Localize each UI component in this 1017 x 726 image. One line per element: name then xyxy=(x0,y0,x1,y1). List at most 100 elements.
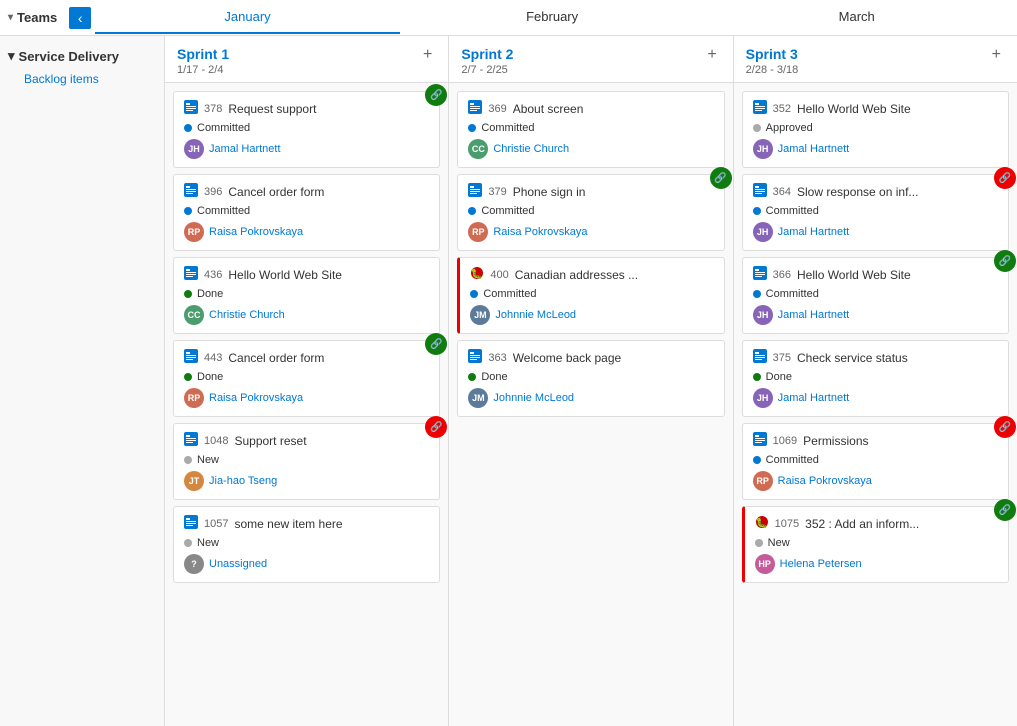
sprint-add-button-sprint3[interactable]: + xyxy=(988,46,1005,64)
sprint-cards-sprint3: 352Hello World Web SiteApprovedJHJamal H… xyxy=(734,83,1017,726)
card-link-badge-379[interactable]: 🔗 xyxy=(710,167,732,189)
card-400[interactable]: 🐛400Canadian addresses ...CommittedJMJoh… xyxy=(457,257,724,334)
card-379[interactable]: 🔗379Phone sign inCommittedRPRaisa Pokrov… xyxy=(457,174,724,251)
content-area: Sprint 11/17 - 2/4+🔗378Request supportCo… xyxy=(165,36,1017,726)
sidebar-item-backlog[interactable]: Backlog items xyxy=(0,68,164,90)
card-header-379: 379Phone sign in xyxy=(468,183,713,200)
card-369[interactable]: 369About screenCommittedCCChristie Churc… xyxy=(457,91,724,168)
story-icon xyxy=(753,432,767,449)
card-status-1048: New xyxy=(184,454,429,466)
story-icon xyxy=(184,183,198,200)
assignee-name-352: Jamal Hartnett xyxy=(778,143,850,155)
card-assignee-1048: JT Jia-hao Tseng xyxy=(184,471,429,491)
card-status-378: Committed xyxy=(184,122,429,134)
sidebar-section-header[interactable]: ▾ Service Delivery xyxy=(0,44,164,68)
card-status-443: Done xyxy=(184,371,429,383)
status-text-378: Committed xyxy=(197,122,250,134)
story-icon xyxy=(753,183,767,200)
sprint-add-button-sprint2[interactable]: + xyxy=(703,46,720,64)
card-header-369: 369About screen xyxy=(468,100,713,117)
sidebar-section-service-delivery: ▾ Service Delivery Backlog items xyxy=(0,44,164,90)
status-text-436: Done xyxy=(197,288,223,300)
card-status-396: Committed xyxy=(184,205,429,217)
card-link-badge-1048[interactable]: 🔗 xyxy=(425,416,447,438)
status-text-375: Done xyxy=(766,371,792,383)
card-title-379: Phone sign in xyxy=(513,185,714,199)
card-378[interactable]: 🔗378Request supportCommittedJHJamal Hart… xyxy=(173,91,440,168)
card-link-badge-1075[interactable]: 🔗 xyxy=(994,499,1016,521)
sprint-title-sprint2[interactable]: Sprint 2 xyxy=(461,46,513,62)
assignee-name-1048: Jia-hao Tseng xyxy=(209,475,277,487)
card-id-1069: 1069 xyxy=(773,435,797,447)
svg-text:🐛: 🐛 xyxy=(471,267,483,280)
card-363[interactable]: 363Welcome back pageDoneJMJohnnie McLeod xyxy=(457,340,724,417)
card-link-badge-378[interactable]: 🔗 xyxy=(425,84,447,106)
card-443[interactable]: 🔗443Cancel order formDoneRPRaisa Pokrovs… xyxy=(173,340,440,417)
card-status-352: Approved xyxy=(753,122,998,134)
card-header-363: 363Welcome back page xyxy=(468,349,713,366)
card-366[interactable]: 🔗366Hello World Web SiteCommittedJHJamal… xyxy=(742,257,1009,334)
card-link-badge-443[interactable]: 🔗 xyxy=(425,333,447,355)
card-header-443: 443 Cancel order form xyxy=(184,349,429,366)
sprint-header-sprint3: Sprint 32/28 - 3/18+ xyxy=(734,36,1017,83)
card-status-436: Done xyxy=(184,288,429,300)
card-396[interactable]: 396Cancel order formCommittedRPRaisa Pok… xyxy=(173,174,440,251)
avatar-396: RP xyxy=(184,222,204,242)
card-title-1048: Support reset xyxy=(234,434,429,448)
status-dot-364 xyxy=(753,207,761,215)
card-title-1069: Permissions xyxy=(803,434,998,448)
card-364[interactable]: 🔗364Slow response on inf...CommittedJHJa… xyxy=(742,174,1009,251)
top-bar: ▾ Teams ‹ January February March xyxy=(0,0,1017,36)
story-icon xyxy=(753,266,767,283)
card-title-443: Cancel order form xyxy=(228,351,429,365)
card-436[interactable]: 436Hello World Web SiteDoneCCChristie Ch… xyxy=(173,257,440,334)
card-id-443: 443 xyxy=(204,352,222,364)
tab-january[interactable]: January xyxy=(95,1,400,34)
teams-label: Teams xyxy=(17,10,57,25)
card-1048[interactable]: 🔗1048Support resetNewJTJia-hao Tseng xyxy=(173,423,440,500)
nav-back-button[interactable]: ‹ xyxy=(69,7,91,29)
story-icon xyxy=(184,266,198,283)
status-dot-436 xyxy=(184,290,192,298)
avatar-369: CC xyxy=(468,139,488,159)
status-dot-443 xyxy=(184,373,192,381)
teams-expand[interactable]: ▾ Teams xyxy=(8,10,57,25)
assignee-name-378: Jamal Hartnett xyxy=(209,143,281,155)
status-text-366: Committed xyxy=(766,288,819,300)
tab-march[interactable]: March xyxy=(704,1,1009,34)
card-assignee-364: JHJamal Hartnett xyxy=(753,222,998,242)
sprint-header-sprint2: Sprint 22/7 - 2/25+ xyxy=(449,36,732,83)
card-title-378: Request support xyxy=(228,102,429,116)
card-1075[interactable]: 🔗🐛1075352 : Add an inform...NewHPHelena … xyxy=(742,506,1009,583)
card-1069[interactable]: 🔗1069PermissionsCommittedRPRaisa Pokrovs… xyxy=(742,423,1009,500)
sidebar-section-label: Service Delivery xyxy=(19,49,119,64)
card-link-badge-364[interactable]: 🔗 xyxy=(994,167,1016,189)
sprint-add-button-sprint1[interactable]: + xyxy=(419,46,436,64)
assignee-name-1075: Helena Petersen xyxy=(780,558,862,570)
tab-february[interactable]: February xyxy=(400,1,705,34)
story-icon xyxy=(753,100,767,117)
card-352[interactable]: 352Hello World Web SiteApprovedJHJamal H… xyxy=(742,91,1009,168)
avatar-379: RP xyxy=(468,222,488,242)
card-assignee-1069: RPRaisa Pokrovskaya xyxy=(753,471,998,491)
card-link-badge-1069[interactable]: 🔗 xyxy=(994,416,1016,438)
card-id-363: 363 xyxy=(488,352,506,364)
card-id-378: 378 xyxy=(204,103,222,115)
avatar-1069: RP xyxy=(753,471,773,491)
card-link-badge-366[interactable]: 🔗 xyxy=(994,250,1016,272)
card-assignee-352: JHJamal Hartnett xyxy=(753,139,998,159)
sprint-title-sprint3[interactable]: Sprint 3 xyxy=(746,46,799,62)
sprint-title-sprint1[interactable]: Sprint 1 xyxy=(177,46,229,62)
status-dot-1075 xyxy=(755,539,763,547)
sprint-column-sprint2: Sprint 22/7 - 2/25+ 369About screenCommit… xyxy=(449,36,733,726)
avatar-1048: JT xyxy=(184,471,204,491)
card-1057[interactable]: 1057some new item hereNew?Unassigned xyxy=(173,506,440,583)
card-header-1057: 1057some new item here xyxy=(184,515,429,532)
assignee-name-400: Johnnie McLeod xyxy=(495,309,576,321)
card-assignee-378: JHJamal Hartnett xyxy=(184,139,429,159)
main-layout: ▾ Service Delivery Backlog items Sprint … xyxy=(0,36,1017,726)
card-header-378: 378 Request support xyxy=(184,100,429,117)
card-375[interactable]: 375Check service statusDoneJHJamal Hartn… xyxy=(742,340,1009,417)
sprint-columns: Sprint 11/17 - 2/4+🔗378Request supportCo… xyxy=(165,36,1017,726)
assignee-name-396: Raisa Pokrovskaya xyxy=(209,226,303,238)
